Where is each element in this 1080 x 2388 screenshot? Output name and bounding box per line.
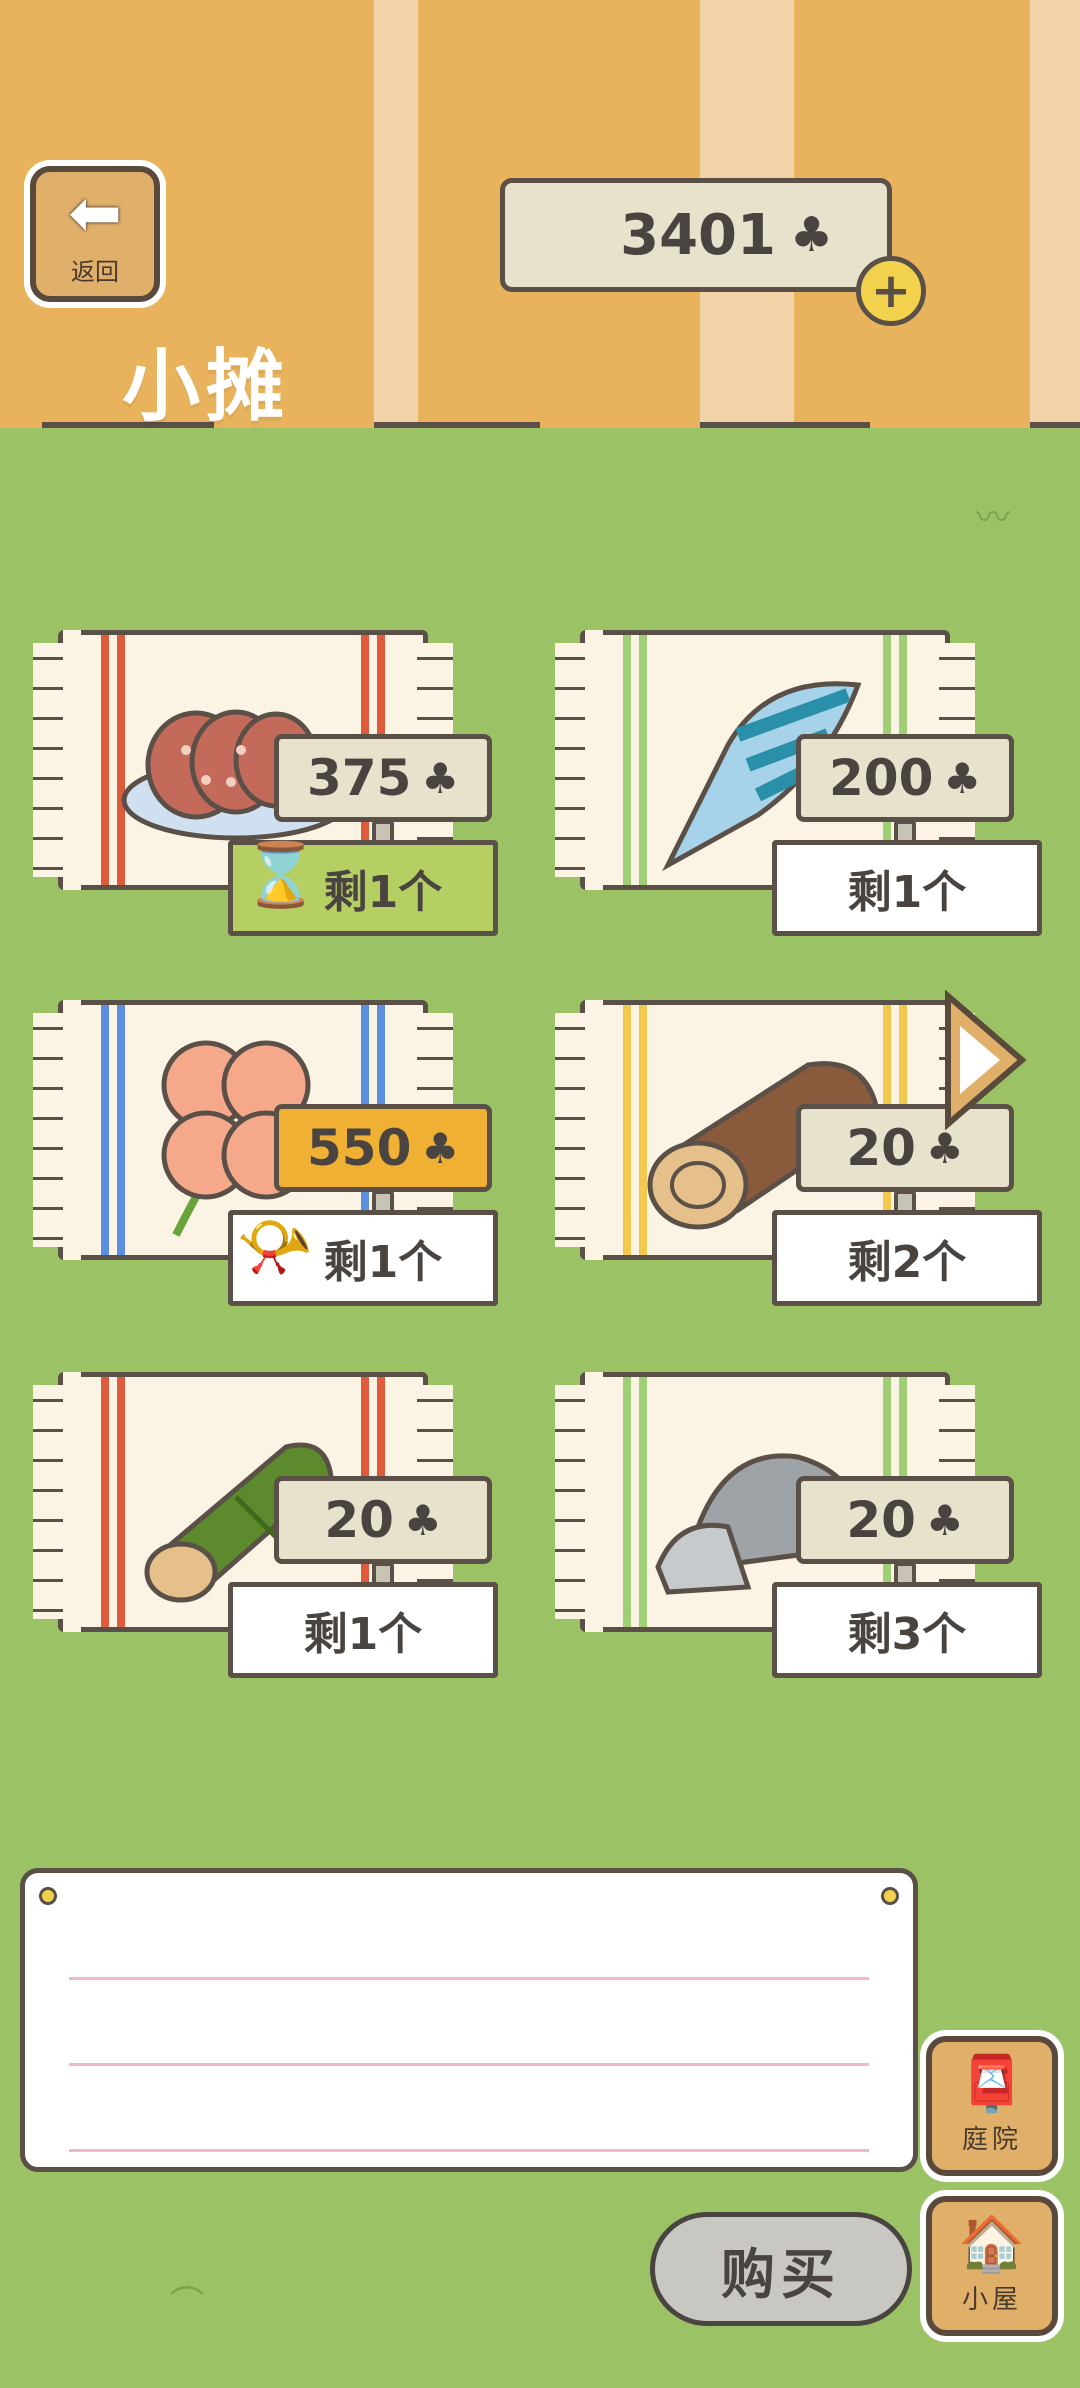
price-value: 20 — [324, 1491, 394, 1549]
buy-button[interactable]: 购买 — [650, 2212, 912, 2326]
yard-button-label: 庭院 — [961, 2124, 1022, 2155]
yard-button[interactable]: 📮 庭院 — [926, 2036, 1058, 2176]
clover-icon: ♣ — [789, 207, 833, 263]
next-page-arrow-icon[interactable] — [938, 989, 1028, 1131]
clover-icon: ♣ — [925, 1123, 964, 1173]
house-button[interactable]: 🏠 小屋 — [926, 2196, 1058, 2336]
clover-icon: ♣ — [925, 1495, 964, 1545]
back-button[interactable]: ⬅ 返回 — [30, 166, 160, 302]
price-value: 375 — [306, 749, 412, 807]
mailbox-icon: 📮 — [958, 2051, 1026, 2115]
stock-label: 剩1个 — [228, 1582, 498, 1678]
shop-item-stones[interactable]: 20 ♣ 剩3个 — [555, 1372, 1078, 1702]
stock-value: 剩3个 — [847, 1609, 967, 1660]
page-title: 小摊 — [122, 342, 291, 432]
pin-icon — [881, 1887, 899, 1905]
item-description-panel — [20, 1868, 918, 2172]
stock-value: 剩1个 — [847, 867, 967, 918]
stock-value: 剩1个 — [323, 867, 443, 918]
shop-item-sausage[interactable]: 375 ♣ 剩1个 ⌛ — [33, 630, 556, 960]
price-value: 20 — [846, 1119, 916, 1177]
clover-balance: 3401 ♣ — [500, 178, 892, 292]
house-button-label: 小屋 — [961, 2284, 1022, 2315]
shop-item-seashell[interactable]: 200 ♣ 剩1个 — [555, 630, 1078, 960]
clover-icon: ♣ — [943, 753, 982, 803]
price-value: 200 — [828, 749, 934, 807]
pin-icon — [39, 1887, 57, 1905]
price-tag: 550 ♣ — [274, 1104, 492, 1192]
stock-value: 剩1个 — [323, 1237, 443, 1288]
back-button-label: 返回 — [71, 257, 119, 286]
price-tag: 20 ♣ — [274, 1476, 492, 1564]
clover-count: 3401 — [620, 202, 776, 268]
price-value: 550 — [306, 1119, 412, 1177]
stock-value: 剩2个 — [847, 1237, 967, 1288]
add-clover-button[interactable]: + — [856, 256, 926, 326]
grass-tuft-icon: ⌒ — [170, 2284, 204, 2324]
shop-item-bamboo[interactable]: 20 ♣ 剩1个 — [33, 1372, 556, 1702]
shop-item-clover[interactable]: 550 ♣ 剩1个 📯 — [33, 1000, 556, 1330]
price-tag: 200 ♣ — [796, 734, 1014, 822]
clover-icon: ♣ — [403, 1495, 442, 1545]
grass-tuft-icon: 〰 — [976, 498, 1010, 538]
stock-value: 剩1个 — [303, 1609, 423, 1660]
hourglass-icon: ⌛ — [242, 838, 320, 911]
stock-label: 剩3个 — [772, 1582, 1042, 1678]
price-value: 20 — [846, 1491, 916, 1549]
price-tag: 375 ♣ — [274, 734, 492, 822]
horn-icon: 📯 — [236, 1210, 314, 1283]
stock-label: 剩1个 — [772, 840, 1042, 936]
back-arrow-icon: ⬅ — [68, 176, 122, 251]
price-tag: 20 ♣ — [796, 1476, 1014, 1564]
clover-icon: ♣ — [421, 753, 460, 803]
house-icon: 🏠 — [958, 2211, 1026, 2275]
clover-icon: ♣ — [421, 1123, 460, 1173]
stock-label: 剩2个 — [772, 1210, 1042, 1306]
